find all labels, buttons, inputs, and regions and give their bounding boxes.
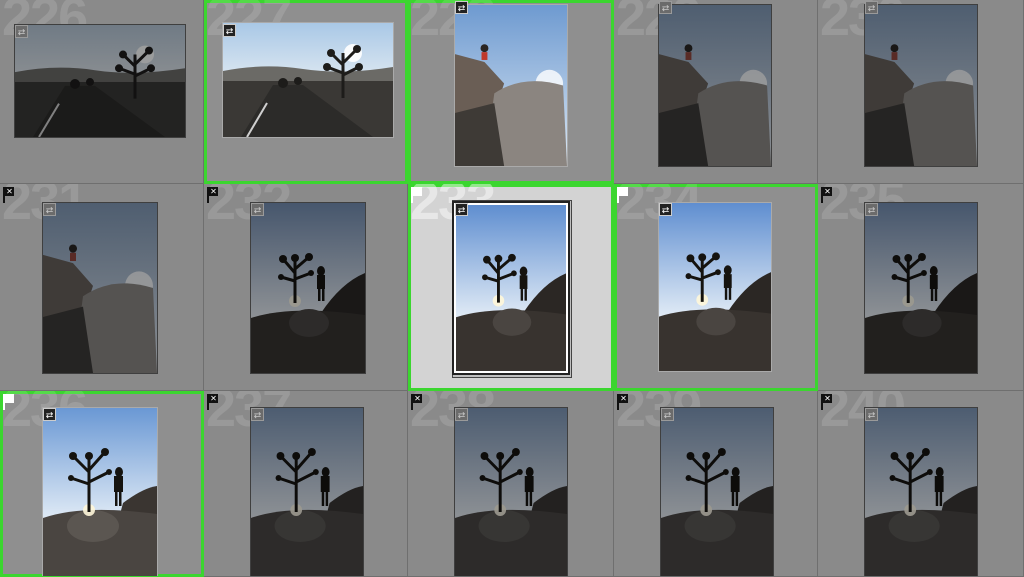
flag-rejected-icon[interactable]: ✕	[821, 187, 832, 203]
photo-cell-237[interactable]: 237 ✕ ⇄	[204, 391, 408, 577]
photo-cell-230[interactable]: 230 ⇄	[818, 0, 1024, 184]
photo-cell-236[interactable]: 236⇄	[0, 391, 204, 577]
develop-adjustments-icon[interactable]: ⇄	[661, 408, 674, 421]
develop-adjustments-icon[interactable]: ⇄	[659, 1, 672, 14]
flag-rejected-icon[interactable]: ✕	[821, 394, 832, 410]
photo-thumbnail-tree2[interactable]	[250, 407, 364, 576]
photo-cell-232[interactable]: 232 ✕ ⇄	[204, 184, 408, 391]
photo-thumbnail-tree2[interactable]	[660, 407, 774, 576]
develop-adjustments-icon[interactable]: ⇄	[865, 1, 878, 14]
develop-adjustments-icon[interactable]: ⇄	[865, 203, 878, 216]
filmstrip-grid: 226⇄227⇄228⇄229⇄230⇄231✕⇄232✕⇄233⇄234⇄23…	[0, 0, 1024, 577]
photo-cell-226[interactable]: 226 ⇄	[0, 0, 204, 184]
photo-cell-239[interactable]: 239 ✕ ⇄	[614, 391, 818, 577]
photo-thumbnail-tree2[interactable]	[42, 407, 158, 576]
photo-cell-228[interactable]: 228 ⇄	[408, 0, 614, 184]
develop-adjustments-icon[interactable]: ⇄	[43, 203, 56, 216]
photo-thumbnail-tree[interactable]	[454, 203, 568, 373]
photo-thumbnail-tree[interactable]	[658, 202, 772, 372]
flag-picked-icon[interactable]	[3, 394, 14, 410]
photo-thumbnail-tree2[interactable]	[864, 407, 978, 576]
photo-cell-238[interactable]: 238 ✕ ⇄	[408, 391, 614, 577]
photo-cell-234[interactable]: 234⇄	[614, 184, 818, 391]
photo-thumbnail-road[interactable]	[14, 24, 186, 138]
photo-thumbnail-tree[interactable]	[864, 202, 978, 374]
develop-adjustments-icon[interactable]: ⇄	[659, 203, 672, 216]
develop-adjustments-icon[interactable]: ⇄	[455, 203, 468, 216]
develop-adjustments-icon[interactable]: ⇄	[251, 408, 264, 421]
flag-rejected-icon[interactable]: ✕	[3, 187, 14, 203]
photo-thumbnail-tree[interactable]	[250, 202, 366, 374]
photo-cell-227[interactable]: 227⇄	[204, 0, 408, 184]
flag-rejected-icon[interactable]: ✕	[207, 394, 218, 410]
develop-adjustments-icon[interactable]: ⇄	[455, 1, 468, 14]
photo-cell-235[interactable]: 235 ✕ ⇄	[818, 184, 1024, 391]
flag-rejected-icon[interactable]: ✕	[411, 394, 422, 410]
photo-cell-240[interactable]: 240 ✕ ⇄	[818, 391, 1024, 577]
develop-adjustments-icon[interactable]: ⇄	[865, 408, 878, 421]
flag-rejected-icon[interactable]: ✕	[207, 187, 218, 203]
photo-thumbnail-road[interactable]	[222, 22, 394, 138]
photo-thumbnail-rocks[interactable]	[42, 202, 158, 374]
flag-rejected-icon[interactable]: ✕	[617, 394, 628, 410]
develop-adjustments-icon[interactable]: ⇄	[223, 24, 236, 37]
photo-cell-231[interactable]: 231✕⇄	[0, 184, 204, 391]
flag-picked-icon[interactable]	[411, 187, 422, 203]
develop-adjustments-icon[interactable]: ⇄	[251, 203, 264, 216]
flag-picked-icon[interactable]	[617, 187, 628, 203]
develop-adjustments-icon[interactable]: ⇄	[15, 25, 28, 38]
photo-thumbnail-rocks[interactable]	[454, 4, 568, 167]
photo-thumbnail-rocks[interactable]	[864, 4, 978, 167]
develop-adjustments-icon[interactable]: ⇄	[43, 408, 56, 421]
photo-thumbnail-rocks[interactable]	[658, 4, 772, 167]
photo-cell-229[interactable]: 229 ⇄	[614, 0, 818, 184]
photo-thumbnail-tree2[interactable]	[454, 407, 568, 576]
photo-cell-233[interactable]: 233⇄	[408, 184, 614, 391]
develop-adjustments-icon[interactable]: ⇄	[455, 408, 468, 421]
